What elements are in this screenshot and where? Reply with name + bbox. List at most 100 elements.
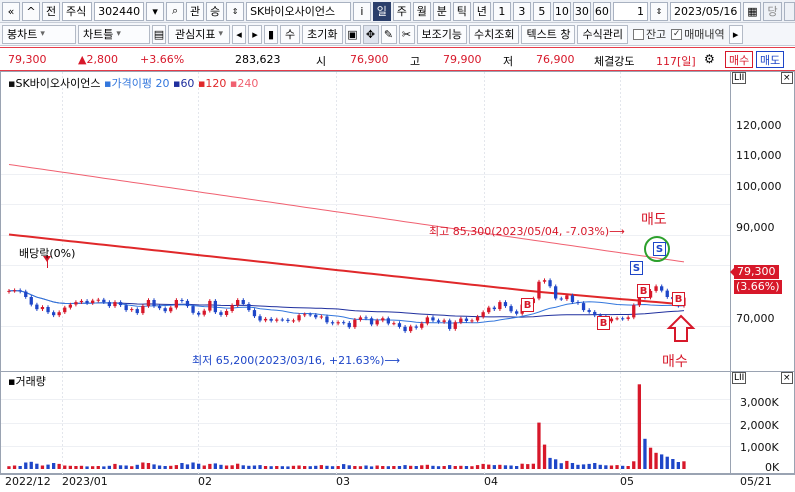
x-label-02: 02 — [198, 475, 212, 488]
candle-body — [409, 326, 413, 332]
volume-bar — [146, 463, 151, 469]
volume-bar — [275, 466, 279, 469]
volume-bar — [643, 438, 647, 469]
candle-body — [208, 300, 212, 311]
candle-body — [107, 302, 111, 307]
panel-close-icon[interactable]: × — [781, 72, 793, 84]
candle-body — [174, 300, 178, 308]
candle-body — [515, 311, 519, 314]
volume-bar — [280, 466, 284, 469]
candle-body — [57, 312, 61, 316]
volume-bar — [157, 465, 162, 469]
candle-body — [91, 300, 95, 303]
candle-body — [180, 300, 184, 301]
candle-body — [319, 316, 323, 318]
volume-bar — [509, 465, 513, 469]
volume-bar — [57, 463, 61, 469]
volume-bar — [141, 462, 145, 469]
candle-body — [169, 307, 173, 312]
candle-body — [660, 286, 664, 291]
buy-marker[interactable]: B — [637, 284, 650, 298]
candle-body — [481, 312, 485, 317]
volume-bar — [208, 463, 212, 469]
volume-bar — [654, 452, 658, 469]
candle-body — [224, 311, 229, 315]
candle-body — [258, 316, 262, 321]
candle-body — [241, 300, 245, 304]
sell-marker[interactable]: S — [630, 261, 643, 275]
candle-body — [632, 305, 636, 318]
volume-bar — [548, 457, 552, 469]
volume-bar — [29, 461, 33, 469]
volume-bar — [24, 462, 28, 469]
volume-bar — [598, 464, 602, 469]
candle-body — [269, 318, 273, 321]
candle-body — [185, 300, 190, 307]
buy-marker[interactable]: B — [521, 298, 534, 312]
volume-bar — [520, 463, 524, 469]
candle-body — [236, 300, 240, 306]
volume-bar — [671, 459, 675, 469]
candle-body — [654, 286, 658, 291]
volume-bar — [169, 465, 173, 469]
volume-bar — [113, 463, 117, 469]
candle-body — [542, 280, 547, 282]
candle-body — [397, 323, 402, 327]
volume-bar — [96, 466, 100, 469]
candle-body — [152, 300, 156, 307]
volume-bar — [102, 466, 106, 469]
volume-bar — [52, 463, 56, 469]
volume-bar — [91, 466, 95, 469]
candle-body — [431, 317, 435, 321]
legend-title: SK바이오사이언스 — [15, 77, 101, 90]
candle-body — [626, 317, 630, 319]
candle-body — [280, 319, 284, 321]
candle-body — [414, 326, 418, 328]
candle-body — [375, 320, 379, 325]
candle-body — [197, 312, 201, 315]
volume-bar — [609, 465, 614, 469]
volume-bar — [202, 465, 206, 469]
volume-bar — [291, 465, 296, 469]
volume-bar — [559, 463, 563, 469]
volume-bar — [431, 465, 435, 469]
panel-max-icon[interactable]: LII — [732, 372, 747, 384]
candle-body — [12, 290, 17, 292]
volume-bar — [74, 466, 78, 469]
volume-bar — [414, 466, 418, 469]
candle-body — [609, 318, 614, 322]
candle-body — [342, 322, 346, 324]
candle-body — [230, 305, 234, 311]
volume-bar — [347, 465, 351, 469]
volume-bar — [63, 465, 67, 469]
volume-bar — [453, 466, 457, 469]
price-chart[interactable] — [0, 0, 795, 492]
volume-bar — [68, 465, 72, 469]
buy-marker[interactable]: B — [597, 316, 610, 330]
buy-marker[interactable]: B — [672, 292, 685, 306]
candle-body — [336, 322, 340, 324]
sell-marker[interactable]: S — [653, 242, 666, 256]
volume-bar — [241, 465, 245, 469]
panel-close-icon[interactable]: × — [781, 372, 793, 384]
candle-body — [353, 319, 357, 328]
candle-body — [219, 312, 223, 315]
candle-body — [369, 318, 374, 325]
panel-max-icon[interactable]: LII — [732, 72, 747, 84]
candle-body — [18, 290, 22, 292]
volume-legend-label: 거래량 — [15, 375, 46, 388]
candle-body — [381, 318, 385, 321]
volume-bar — [197, 463, 201, 469]
low-annotation: 최저 65,200(2023/03/16, +21.63%)⟶ — [192, 354, 401, 367]
candle-body — [330, 322, 335, 324]
volume-bar — [269, 466, 273, 469]
candle-body — [191, 306, 195, 313]
volume-bar — [85, 466, 89, 469]
candle-body — [442, 320, 446, 322]
y-tick-110000: 110,000 — [736, 149, 782, 162]
volume-bar — [118, 465, 123, 469]
volume-bar — [213, 463, 217, 469]
volume-bar — [581, 464, 586, 469]
volume-bar — [682, 461, 686, 469]
candle-body — [615, 318, 619, 320]
